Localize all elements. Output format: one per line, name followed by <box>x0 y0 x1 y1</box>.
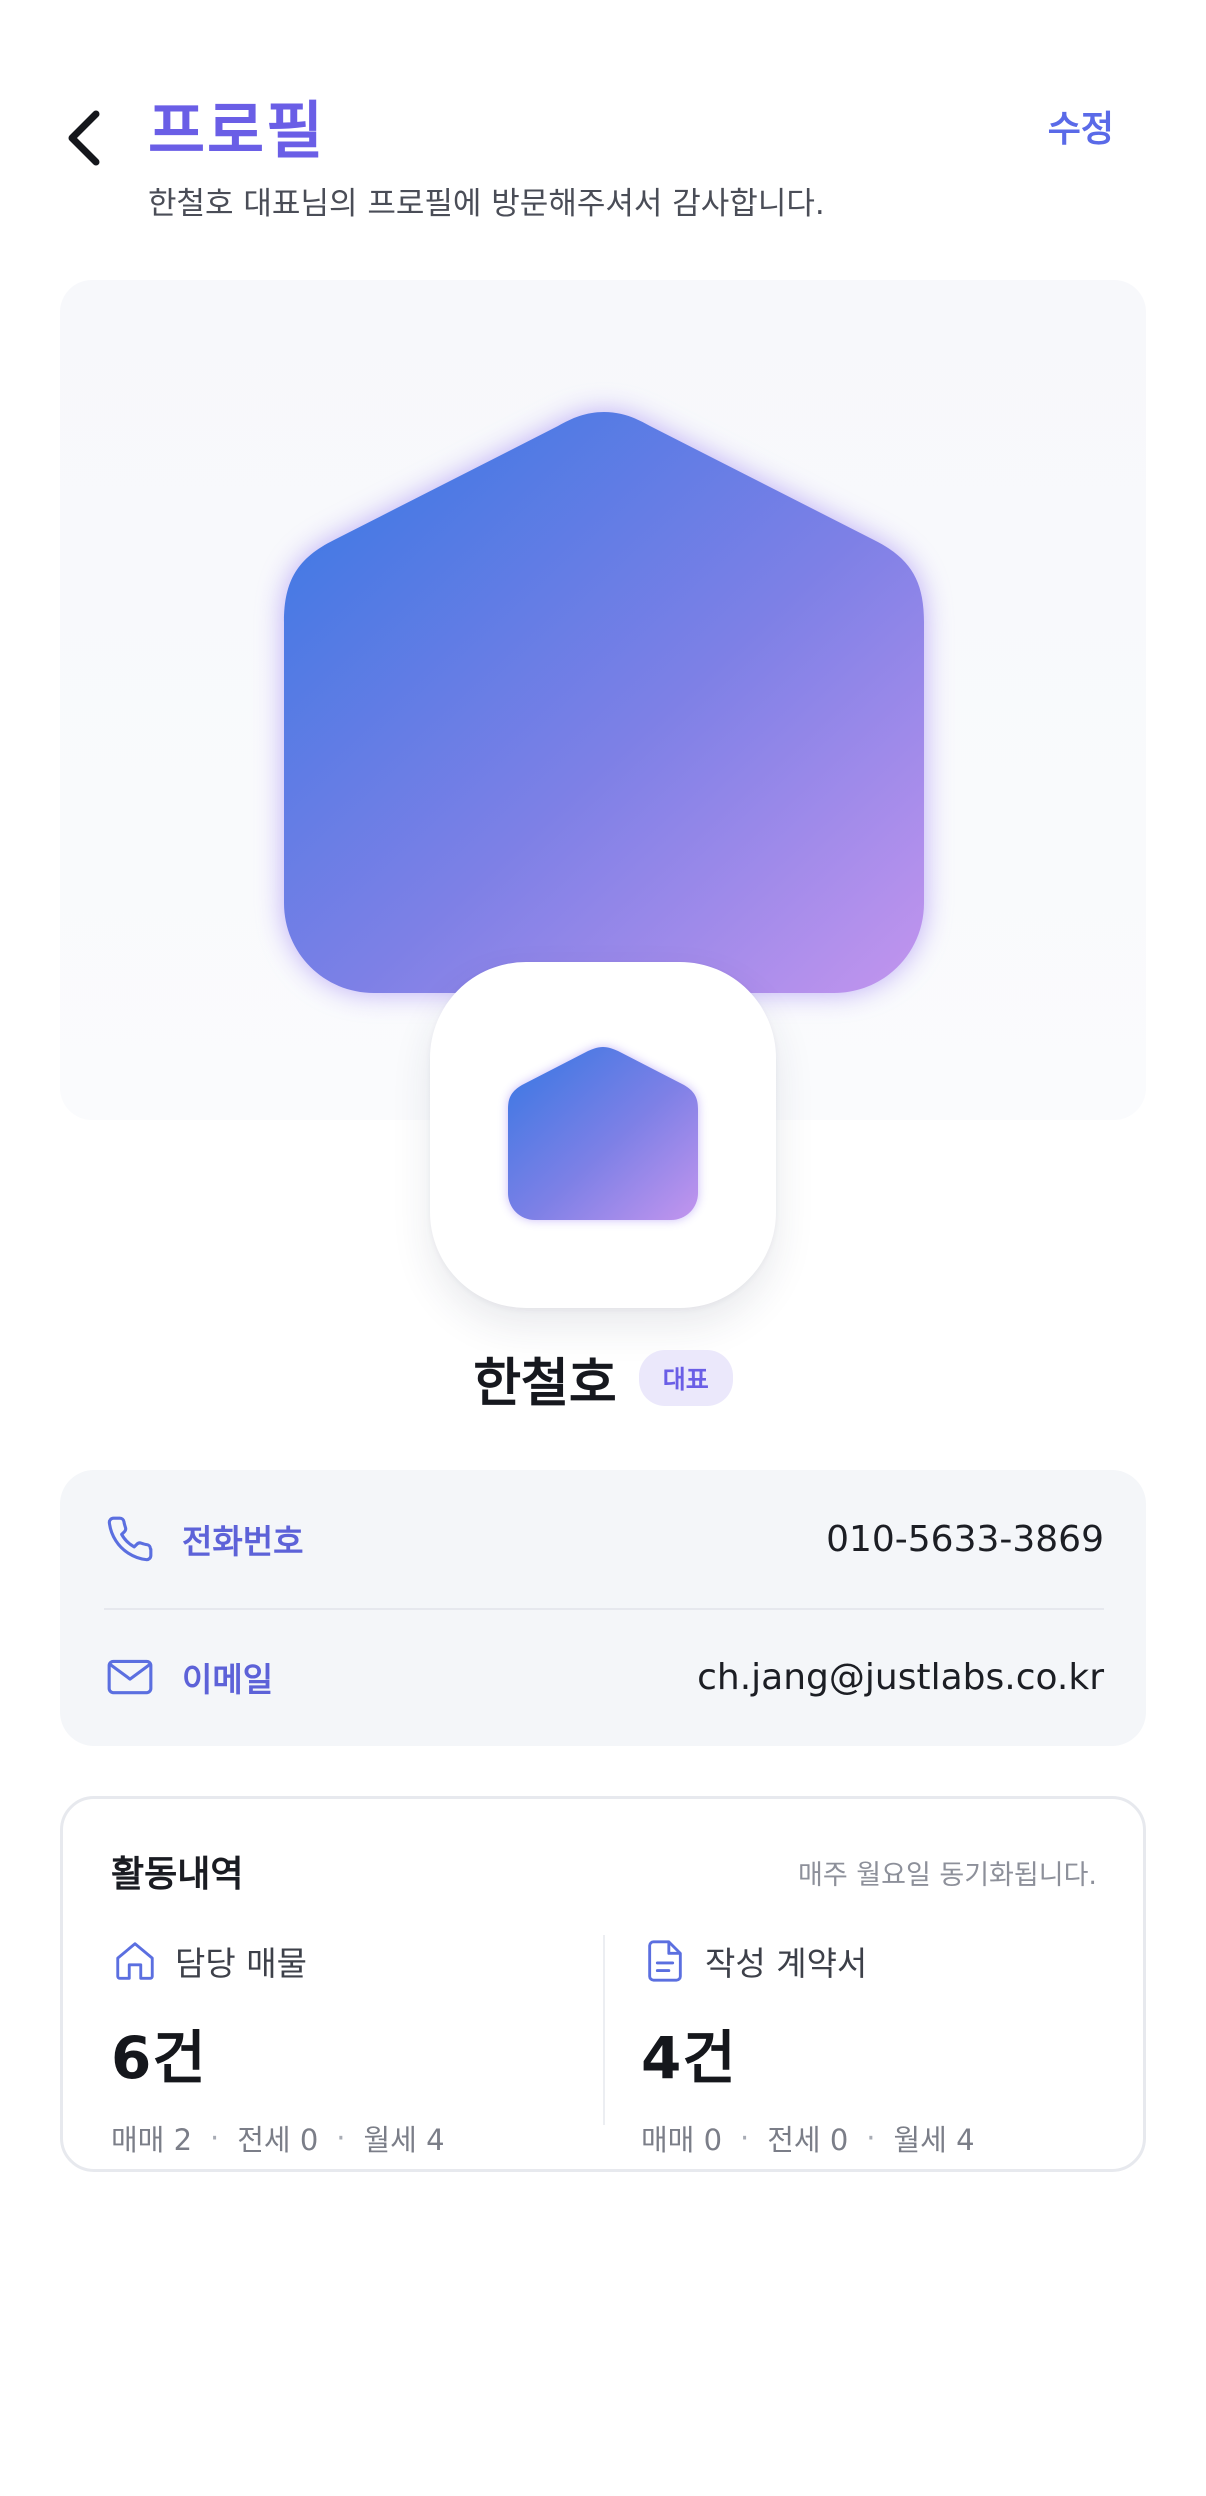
role-badge: 대표 <box>638 1350 733 1406</box>
email-label: 이메일 <box>182 1660 274 1699</box>
activity-title: 활동내역 <box>111 1854 244 1895</box>
listings-jeonse: 전세 0 <box>237 2123 319 2157</box>
chevron-left-icon <box>64 108 104 172</box>
document-icon <box>641 1937 689 1985</box>
profile-name-row: 한철호 대표 <box>0 1342 1206 1414</box>
contracts-stat[interactable]: 작성 계약서 4건 매매 0 · 전세 0 · 월세 4 <box>641 1933 1101 2159</box>
listings-breakdown: 매매 2 · 전세 0 · 월세 4 <box>111 2117 571 2159</box>
listings-sale: 매매 2 <box>111 2123 193 2157</box>
mail-icon <box>104 1651 156 1703</box>
separator-dot: · <box>210 2121 220 2155</box>
contracts-label: 작성 계약서 <box>705 1944 868 1983</box>
contracts-total: 4건 <box>641 2024 737 2092</box>
email-row[interactable]: 이메일 ch.jang@justlabs.co.kr <box>104 1608 1104 1746</box>
page-subtitle: 한철호 대표님의 프로필에 방문해주셔서 감사합니다. <box>148 186 825 222</box>
email-value[interactable]: ch.jang@justlabs.co.kr <box>697 1657 1104 1698</box>
page-title: 프로필 <box>148 94 326 167</box>
activity-card: 활동내역 매주 월요일 동기화됩니다. 담당 매물 6건 매매 2 · 전세 0… <box>60 1796 1146 2172</box>
separator-dot: · <box>336 2121 346 2155</box>
house-logo-large <box>284 408 924 993</box>
house-logo-small <box>508 1045 698 1221</box>
phone-icon <box>104 1513 156 1565</box>
contact-card: 전화번호 010-5633-3869 이메일 ch.jang@justlabs.… <box>60 1470 1146 1746</box>
phone-row[interactable]: 전화번호 010-5633-3869 <box>104 1470 1104 1608</box>
separator-dot: · <box>740 2121 750 2155</box>
home-icon <box>111 1937 159 1985</box>
back-button[interactable] <box>52 96 116 184</box>
avatar[interactable] <box>430 962 776 1308</box>
phone-label: 전화번호 <box>182 1522 304 1561</box>
listings-label: 담당 매물 <box>175 1944 307 1983</box>
contracts-sale: 매매 0 <box>641 2123 723 2157</box>
listings-stat[interactable]: 담당 매물 6건 매매 2 · 전세 0 · 월세 4 <box>111 1933 571 2159</box>
sync-note: 매주 월요일 동기화됩니다. <box>798 1860 1097 1891</box>
listings-total: 6건 <box>111 2024 207 2092</box>
contracts-breakdown: 매매 0 · 전세 0 · 월세 4 <box>641 2117 1101 2159</box>
listings-monthly: 월세 4 <box>363 2123 445 2157</box>
phone-value[interactable]: 010-5633-3869 <box>826 1519 1104 1560</box>
separator-dot: · <box>866 2121 876 2155</box>
edit-button[interactable]: 수정 <box>1048 100 1114 152</box>
contracts-jeonse: 전세 0 <box>767 2123 849 2157</box>
contracts-monthly: 월세 4 <box>893 2123 975 2157</box>
profile-name: 한철호 <box>473 1353 617 1414</box>
profile-page: 프로필 수정 한철호 대표님의 프로필에 방문해주셔서 감사합니다. 한철호 대… <box>0 0 1206 2496</box>
divider <box>603 1935 605 2125</box>
